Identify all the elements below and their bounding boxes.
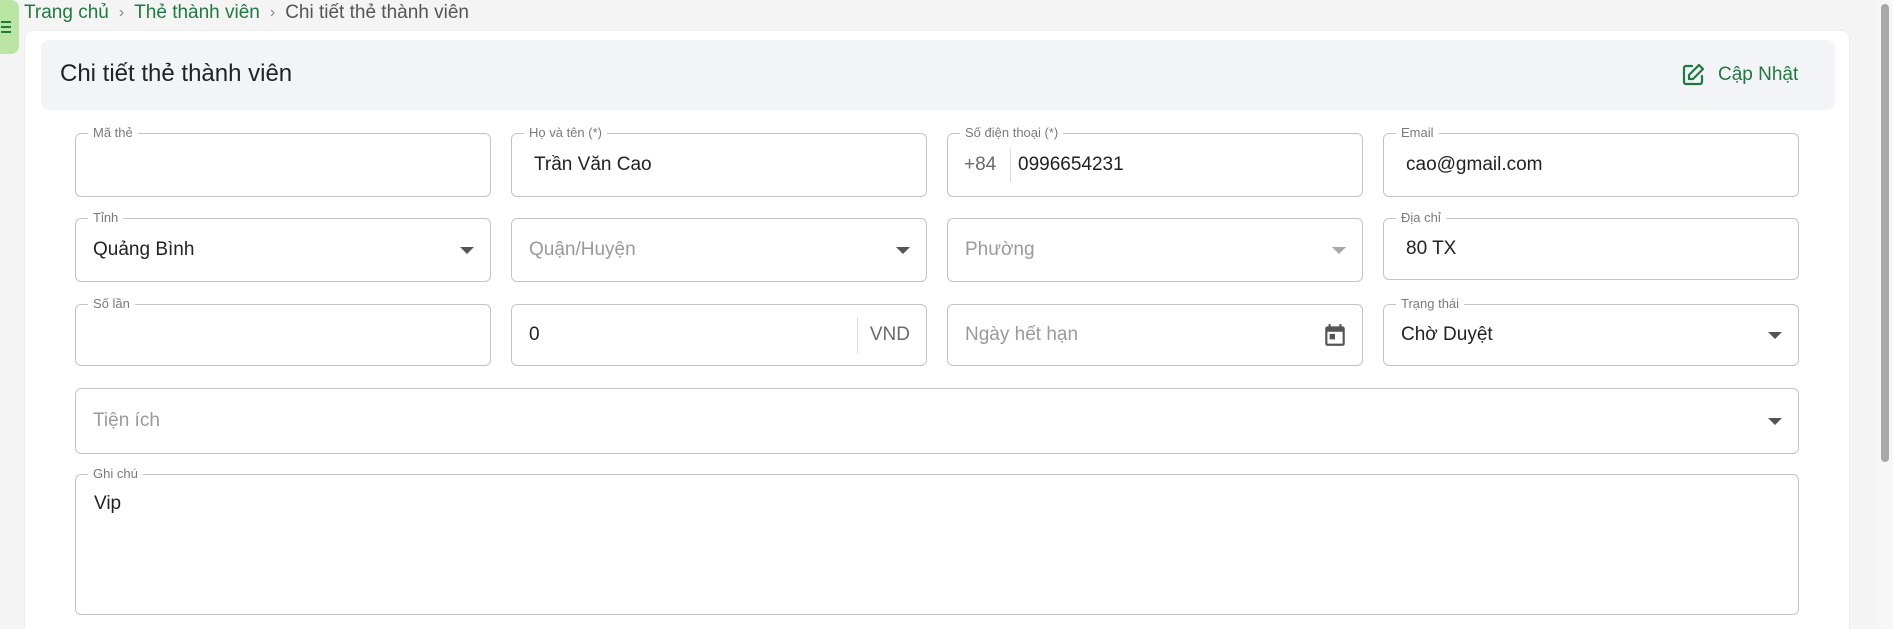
phone-value: 0996654231: [1018, 154, 1124, 175]
phone-country-code: +84: [964, 154, 997, 175]
full-name-value: Trần Văn Cao: [534, 154, 652, 175]
notes-label: Ghi chú: [88, 466, 143, 482]
province-value: Quảng Bình: [93, 239, 195, 260]
scrollbar-thumb[interactable]: [1881, 4, 1889, 462]
notes-value: Vip: [94, 493, 122, 514]
sidebar-toggle[interactable]: [0, 0, 19, 54]
amount-divider: [857, 317, 858, 353]
chevron-down-icon: [460, 247, 474, 254]
province-select[interactable]: Tỉnh Quảng Bình: [75, 210, 491, 282]
update-button[interactable]: Cập Nhật: [1680, 58, 1798, 92]
visits-label: Số lần: [88, 296, 135, 312]
header-bar: [41, 40, 1835, 110]
email-value: cao@gmail.com: [1406, 154, 1543, 175]
chevron-down-icon: [1332, 247, 1346, 254]
ward-placeholder: Phường: [965, 239, 1035, 260]
status-select[interactable]: Trạng thái Chờ Duyệt: [1383, 296, 1799, 366]
chevron-down-icon: [1768, 332, 1782, 339]
address-field[interactable]: Địa chỉ 80 TX: [1383, 210, 1799, 280]
amount-field[interactable]: 0 VND: [511, 304, 927, 366]
district-select[interactable]: Quận/Huyện: [511, 218, 927, 282]
visits-field[interactable]: Số lần: [75, 296, 491, 366]
phone-field[interactable]: Số điện thoại (*) +84 0996654231: [947, 125, 1363, 197]
full-name-field[interactable]: Họ và tên (*) Trần Văn Cao: [511, 125, 927, 197]
email-field[interactable]: Email cao@gmail.com: [1383, 125, 1799, 197]
chevron-down-icon: [896, 247, 910, 254]
phone-divider: [1010, 148, 1011, 182]
district-placeholder: Quận/Huyện: [529, 239, 636, 260]
address-value: 80 TX: [1406, 238, 1457, 259]
notes-textarea[interactable]: Ghi chú Vip: [75, 466, 1799, 615]
page-title: Chi tiết thẻ thành viên: [60, 60, 293, 87]
breadcrumb-chevron-icon: ›: [118, 4, 125, 21]
breadcrumb: Trang chủ › Thẻ thành viên › Chi tiết th…: [24, 0, 469, 26]
status-value: Chờ Duyệt: [1401, 324, 1493, 345]
amenities-select[interactable]: Tiện ích: [75, 388, 1799, 454]
breadcrumb-current: Chi tiết thẻ thành viên: [285, 2, 469, 23]
amenities-placeholder: Tiện ích: [93, 410, 160, 431]
breadcrumb-home[interactable]: Trang chủ: [24, 2, 109, 24]
edit-icon: [1682, 63, 1705, 86]
ward-select[interactable]: Phường: [947, 218, 1363, 282]
expiry-date-field[interactable]: Ngày hết hạn: [947, 304, 1363, 366]
breadcrumb-section[interactable]: Thẻ thành viên: [134, 2, 260, 24]
expiry-date-placeholder: Ngày hết hạn: [965, 324, 1079, 345]
amount-unit: VND: [869, 324, 910, 345]
calendar-icon[interactable]: [1322, 322, 1348, 348]
update-button-label: Cập Nhật: [1718, 64, 1799, 85]
amount-value: 0: [529, 324, 540, 345]
card-code-label: Mã thẻ: [88, 125, 138, 141]
breadcrumb-chevron-icon: ›: [269, 4, 276, 21]
chevron-down-icon: [1768, 418, 1782, 425]
card-code-field[interactable]: Mã thẻ: [75, 125, 491, 197]
menu-icon: [0, 21, 11, 33]
